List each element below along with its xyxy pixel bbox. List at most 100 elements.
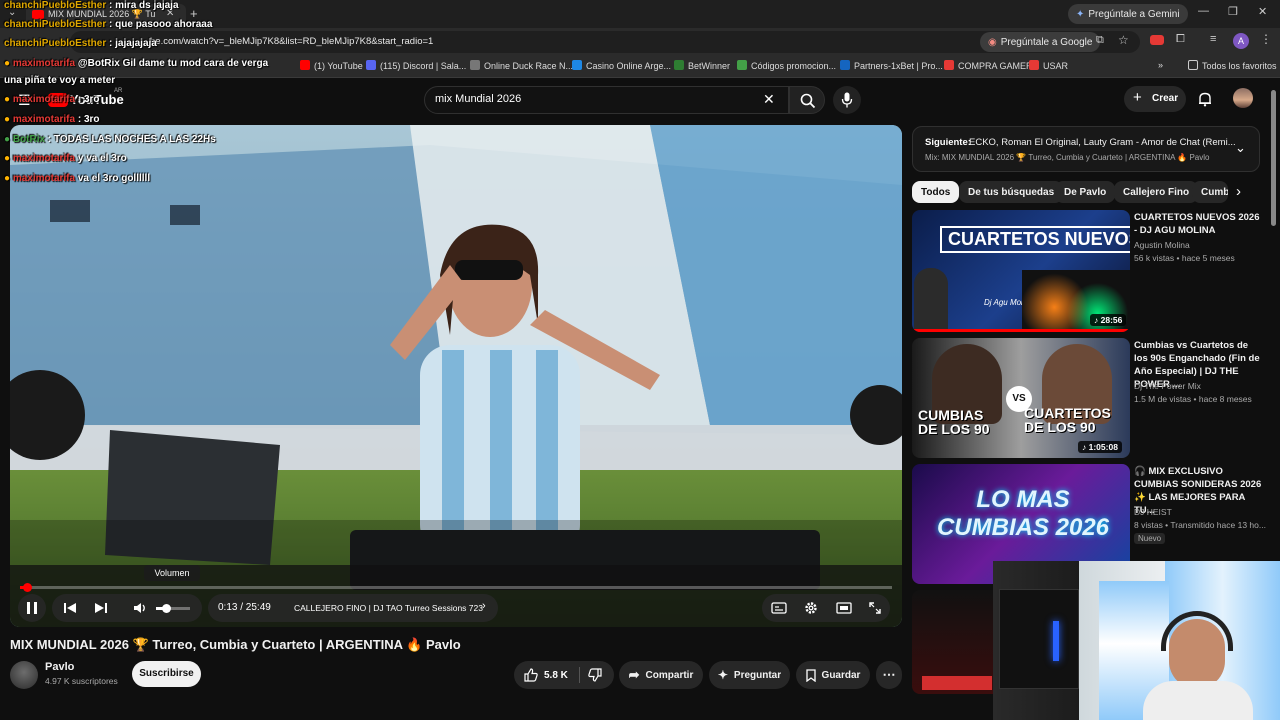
theater-mode-icon[interactable] xyxy=(836,602,852,614)
recommendation-thumbnail[interactable]: CUMBIAS DE LOS 90 VS CUARTETOS DE LOS 90… xyxy=(912,338,1130,458)
settings-gear-icon[interactable] xyxy=(804,601,818,615)
progress-scrubber[interactable] xyxy=(22,583,32,592)
notifications-bell-icon[interactable] xyxy=(1197,91,1213,107)
restore-icon[interactable]: ❐ xyxy=(1228,5,1238,18)
volume-icon[interactable] xyxy=(133,602,147,614)
ask-gemini-label: Pregúntale a Gemini xyxy=(1088,8,1180,20)
extension-icon[interactable] xyxy=(1150,35,1164,45)
extensions-puzzle-icon[interactable]: ⧠ xyxy=(1176,33,1185,46)
like-count: 5.8 K xyxy=(544,670,568,681)
progress-bar[interactable] xyxy=(20,583,892,592)
bookmark-usar[interactable]: USAR xyxy=(1029,60,1068,71)
chips-next-chevron-icon[interactable]: › xyxy=(1236,183,1241,200)
bookmark-1xbet[interactable]: Partners-1xBet | Pro... xyxy=(840,60,943,71)
save-button[interactable]: Guardar xyxy=(796,661,870,689)
chat-username: maximotarifa xyxy=(12,173,76,184)
recommendation-channel[interactable]: DJ HEIST xyxy=(1134,507,1274,517)
subscribe-label: Suscribirse xyxy=(139,668,194,679)
chat-badge-icon: ● xyxy=(4,114,11,125)
create-label: Crear xyxy=(1152,93,1179,104)
install-app-icon[interactable]: ⧉ xyxy=(1096,34,1104,47)
profile-avatar[interactable]: A xyxy=(1233,33,1249,49)
volume-slider[interactable] xyxy=(156,604,190,613)
bookmark-youtube[interactable]: (1) YouTube xyxy=(300,60,363,71)
minimize-icon[interactable]: — xyxy=(1198,5,1209,17)
chip-cumbia[interactable]: Cumb xyxy=(1192,181,1228,203)
thumbnail-left-text: CUMBIAS DE LOS 90 xyxy=(918,407,990,437)
share-arrow-icon: ➦ xyxy=(628,667,640,682)
bookmark-duck-race[interactable]: Online Duck Race N... xyxy=(470,60,573,71)
recommendation-meta: 56 k vistas • hace 5 meses xyxy=(1134,253,1235,263)
chip-callejero-fino[interactable]: Callejero Fino xyxy=(1114,181,1199,203)
chat-text: : mira ds jajaja xyxy=(109,0,179,11)
chat-text: : 3ro xyxy=(77,94,100,105)
bookmark-betwinner[interactable]: BetWinner xyxy=(674,60,730,71)
media-control-icon[interactable]: ≡ xyxy=(1210,33,1216,45)
recommendation-title[interactable]: CUARTETOS NUEVOS 2026 - DJ AGU MOLINA xyxy=(1134,211,1262,237)
ask-gemini-button[interactable]: ✦ Pregúntale a Gemini xyxy=(1068,4,1188,24)
bookmark-casino[interactable]: Casino Online Arge... xyxy=(572,60,671,71)
account-avatar[interactable] xyxy=(1233,88,1253,108)
window-close-icon[interactable]: ✕ xyxy=(1258,5,1267,18)
bookmark-discord[interactable]: (115) Discord | Sala... xyxy=(366,60,466,71)
bookmark-codigos[interactable]: Códigos promocion... xyxy=(737,60,836,71)
video-frame xyxy=(10,125,902,627)
next-title: ECKO, Roman El Original, Lauty Gram - Am… xyxy=(969,137,1236,148)
search-box[interactable]: mix Mundial 2026 ✕ xyxy=(424,86,789,114)
casino-icon xyxy=(572,60,582,70)
search-button[interactable] xyxy=(789,86,825,114)
video-player[interactable]: Volumen 0:13 / 25:49 CALLEJERO FINO | DJ… xyxy=(10,125,902,627)
all-bookmarks[interactable]: Todos los favoritos xyxy=(1188,60,1277,71)
create-button[interactable]: + Crear xyxy=(1124,86,1186,112)
chat-username: maximotarifa xyxy=(12,153,76,164)
recommendation-thumbnail[interactable]: CUARTETOS NUEVOS Dj Agu Molina ♪ 28:56 xyxy=(912,210,1130,332)
chip-de-tus-busquedas[interactable]: De tus búsquedas xyxy=(959,181,1064,203)
channel-avatar[interactable] xyxy=(10,661,38,689)
subscribe-button[interactable]: Suscribirse xyxy=(132,661,201,687)
music-note-icon: ♪ xyxy=(1082,442,1089,452)
chat-username: chanchiPuebloEsther xyxy=(4,19,107,30)
pause-icon xyxy=(27,602,30,614)
thumbs-down-icon[interactable] xyxy=(588,668,602,682)
subtitles-icon[interactable] xyxy=(771,602,787,614)
voice-search-button[interactable] xyxy=(833,86,861,114)
channel-name[interactable]: Pavlo xyxy=(45,661,74,673)
chat-text: va el 3ro gollllll xyxy=(77,173,151,184)
like-button[interactable]: 5.8 K xyxy=(514,661,578,689)
ask-google-label: Pregúntale a Google xyxy=(1000,36,1093,48)
mix-name: Mix: MIX MUNDIAL 2026 🏆 Turreo, Cumbia y… xyxy=(925,153,1210,162)
bookmarks-overflow-icon[interactable]: » xyxy=(1158,60,1163,70)
previous-icon[interactable] xyxy=(63,602,77,614)
page-scrollbar[interactable] xyxy=(1271,90,1276,226)
play-pause-button[interactable] xyxy=(18,594,46,622)
chip-todos[interactable]: Todos xyxy=(912,181,960,203)
chat-username: BotRix xyxy=(12,134,46,145)
folder-icon xyxy=(1029,60,1039,70)
chip-de-pavlo[interactable]: De Pavlo xyxy=(1055,181,1116,203)
time-chapter-pill[interactable]: 0:13 / 25:49 CALLEJERO FINO | DJ TAO Tur… xyxy=(208,594,498,622)
recommendation-thumbnail-partial[interactable] xyxy=(912,590,1002,694)
webcam-pc-case xyxy=(999,589,1079,689)
playlist-next-panel[interactable]: Siguiente: ECKO, Roman El Original, Laut… xyxy=(912,126,1260,172)
watched-progress xyxy=(912,329,1130,332)
bookmark-star-icon[interactable]: ☆ xyxy=(1118,33,1129,47)
chat-message: ● maximotarifa va el 3ro gollllll xyxy=(4,173,150,184)
clear-search-icon[interactable]: ✕ xyxy=(763,91,775,108)
bookmark-save-icon xyxy=(805,668,816,682)
ask-button[interactable]: ✦ Preguntar xyxy=(709,661,790,689)
more-actions-button[interactable]: ⋯ xyxy=(876,661,902,689)
next-icon[interactable] xyxy=(94,602,108,614)
share-button[interactable]: ➦ Compartir xyxy=(619,661,703,689)
ask-google-button[interactable]: ◉ Pregúntale a Google xyxy=(980,32,1101,52)
chat-message: ● BotRix : TODAS LAS NOCHES A LAS 22Hs xyxy=(4,134,216,145)
thumbnail-person xyxy=(914,268,948,332)
browser-menu-icon[interactable]: ⋮ xyxy=(1260,32,1272,46)
bookmark-compra-gamer[interactable]: COMPRA GAMER xyxy=(944,60,1033,71)
recommendation-channel[interactable]: Dj The Power Mix xyxy=(1134,381,1274,391)
fullscreen-icon[interactable] xyxy=(869,602,881,614)
recommendation-channel[interactable]: Agustin Molina xyxy=(1134,240,1274,250)
expand-chevron-icon[interactable]: ⌄ xyxy=(1235,140,1246,156)
chat-username: maximotarifa xyxy=(12,94,76,105)
search-input[interactable]: mix Mundial 2026 xyxy=(435,93,521,105)
chat-text: : 3ro xyxy=(77,114,100,125)
